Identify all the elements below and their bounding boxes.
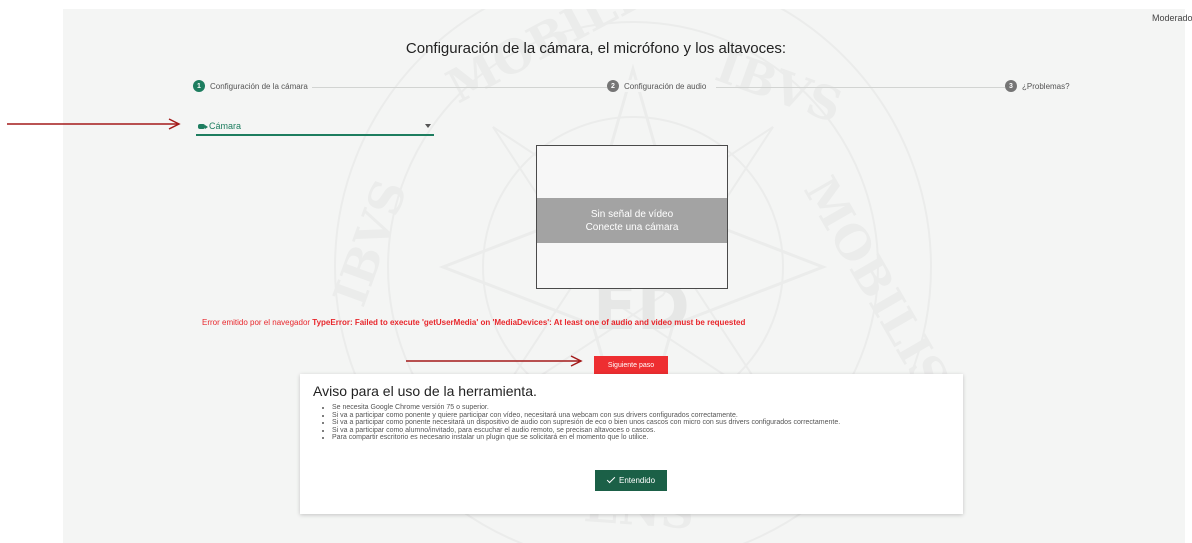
check-icon bbox=[606, 474, 616, 484]
notice-title: Aviso para el uso de la herramienta. bbox=[313, 383, 537, 399]
no-signal-overlay: Sin señal de vídeo Conecte una cámara bbox=[537, 198, 727, 243]
error-prefix: Error emitido por el navegador bbox=[202, 318, 311, 327]
no-signal-text: Sin señal de vídeo bbox=[590, 209, 674, 220]
usage-notice-dialog: Aviso para el uso de la herramienta. Se … bbox=[300, 374, 963, 514]
notice-item: Se necesita Google Chrome versión 75 o s… bbox=[332, 404, 840, 412]
next-step-button[interactable]: Siguiente paso bbox=[594, 356, 668, 374]
user-role-label: Moderado bbox=[1152, 13, 1192, 23]
step-connector-1 bbox=[311, 87, 607, 88]
step-number-1: 1 bbox=[193, 80, 205, 92]
chevron-down-icon bbox=[425, 124, 431, 128]
svg-text:IBVS: IBVS bbox=[323, 173, 418, 313]
annotation-arrow-next bbox=[406, 355, 583, 367]
step-label-problems: ¿Problemas? bbox=[1022, 81, 1070, 91]
understood-label: Entendido bbox=[618, 476, 656, 485]
notice-item: Si va a participar como alumno/invitado,… bbox=[332, 427, 840, 435]
camera-icon bbox=[198, 123, 208, 129]
svg-text:MOBILIS: MOBILIS bbox=[438, 9, 674, 114]
step-number-3: 3 bbox=[1005, 80, 1017, 92]
setup-stepper: 1 Configuración de la cámara 2 Configura… bbox=[193, 80, 1074, 96]
camera-select[interactable]: Cámara bbox=[196, 118, 434, 136]
step-label-audio: Configuración de audio bbox=[624, 81, 707, 91]
page-title: Configuración de la cámara, el micrófono… bbox=[405, 40, 787, 57]
step-connector-2 bbox=[716, 87, 1006, 88]
step-number-2: 2 bbox=[607, 80, 619, 92]
step-label-camera: Configuración de la cámara bbox=[210, 81, 308, 91]
step-audio[interactable]: 2 Configuración de audio bbox=[607, 80, 711, 92]
error-detail: TypeError: Failed to execute 'getUserMed… bbox=[312, 318, 746, 327]
notice-item: Si va a participar como ponente necesita… bbox=[332, 419, 840, 427]
connect-camera-text: Conecte una cámara bbox=[585, 222, 679, 233]
understood-button[interactable]: Entendido bbox=[595, 470, 667, 491]
browser-error-message: Error emitido por el navegador TypeError… bbox=[202, 318, 745, 327]
camera-select-label: Cámara bbox=[209, 121, 242, 131]
step-problems[interactable]: 3 ¿Problemas? bbox=[1005, 80, 1074, 92]
svg-text:MOBILIS: MOBILIS bbox=[793, 168, 959, 402]
notice-item: Para compartir escritorio es necesario i… bbox=[332, 434, 840, 442]
video-preview: Sin señal de vídeo Conecte una cámara bbox=[536, 145, 728, 289]
step-camera[interactable]: 1 Configuración de la cámara bbox=[193, 80, 312, 92]
annotation-arrow-camera bbox=[7, 118, 181, 130]
notice-item: Si va a participar como ponente y quiere… bbox=[332, 412, 840, 420]
notice-list: Se necesita Google Chrome versión 75 o s… bbox=[332, 404, 840, 442]
